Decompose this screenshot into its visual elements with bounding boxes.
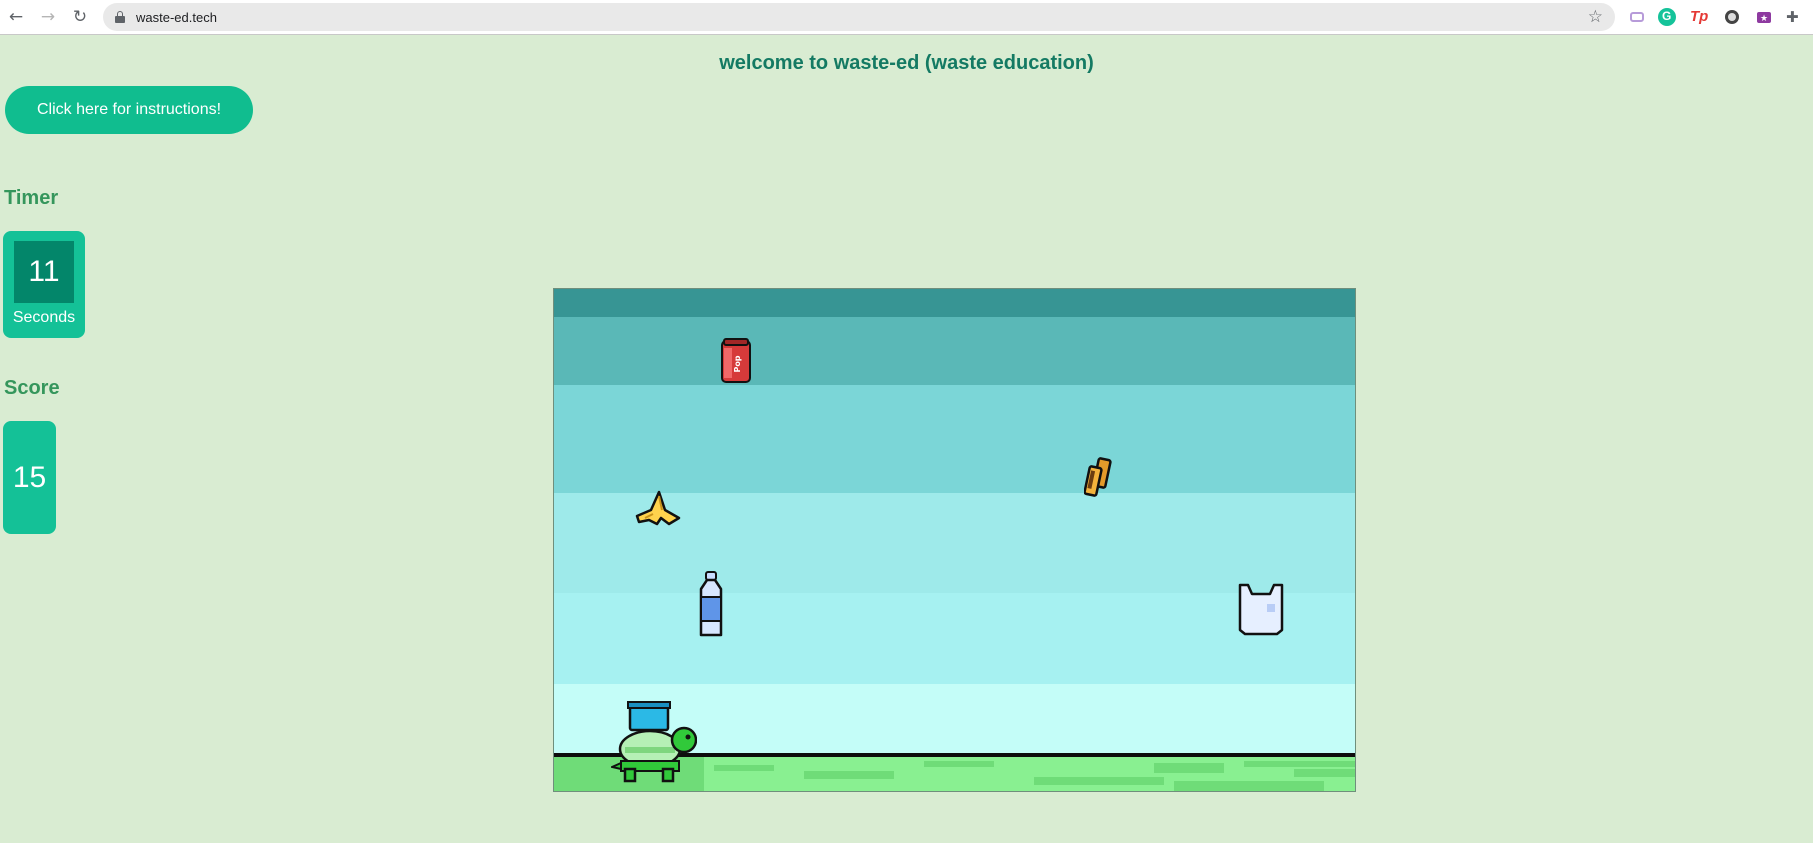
water-band <box>554 317 1355 385</box>
puzzle-icon[interactable]: ✚ <box>1786 8 1804 26</box>
banana-peel-sprite[interactable] <box>635 488 683 528</box>
address-bar[interactable]: waste-ed.tech ☆ <box>103 3 1615 31</box>
water-band <box>554 385 1355 493</box>
tp-extension-icon[interactable]: Tp <box>1690 8 1708 26</box>
lock-icon[interactable] <box>115 11 125 23</box>
soda-can-sprite[interactable]: Pop <box>721 338 751 384</box>
battery-sprite[interactable] <box>1084 457 1112 497</box>
forward-arrow-icon[interactable]: → <box>36 5 60 29</box>
timer-panel: 11 Seconds <box>3 231 85 338</box>
back-arrow-icon[interactable]: ← <box>4 5 28 29</box>
water-band <box>554 289 1355 317</box>
reload-icon[interactable]: ↻ <box>68 5 92 29</box>
page-title: welcome to waste-ed (waste education) <box>719 52 1094 74</box>
soda-can-text: Pop <box>733 355 742 372</box>
water-band <box>554 593 1355 684</box>
turtle-player-sprite[interactable] <box>611 701 697 785</box>
plastic-bottle-sprite[interactable] <box>697 571 725 639</box>
timer-unit: Seconds <box>12 309 76 326</box>
score-value: 15 <box>3 421 56 534</box>
grammarly-icon[interactable]: G <box>1658 8 1676 26</box>
star-box-extension-icon[interactable]: ★ <box>1755 8 1773 26</box>
timer-value: 11 <box>14 241 74 303</box>
circle-extension-icon[interactable] <box>1723 8 1741 26</box>
bookmark-star-icon[interactable]: ☆ <box>1588 7 1603 27</box>
timer-label: Timer <box>4 187 59 209</box>
score-label: Score <box>4 377 60 399</box>
plastic-bag-sprite[interactable] <box>1237 582 1285 636</box>
robot-extension-icon[interactable] <box>1628 8 1646 26</box>
url-text[interactable]: waste-ed.tech <box>136 10 217 25</box>
browser-toolbar: ← → ↻ waste-ed.tech ☆ G Tp ★ ✚ <box>0 0 1813 35</box>
instructions-button[interactable]: Click here for instructions! <box>5 86 253 134</box>
game-canvas[interactable]: Pop <box>553 288 1356 792</box>
